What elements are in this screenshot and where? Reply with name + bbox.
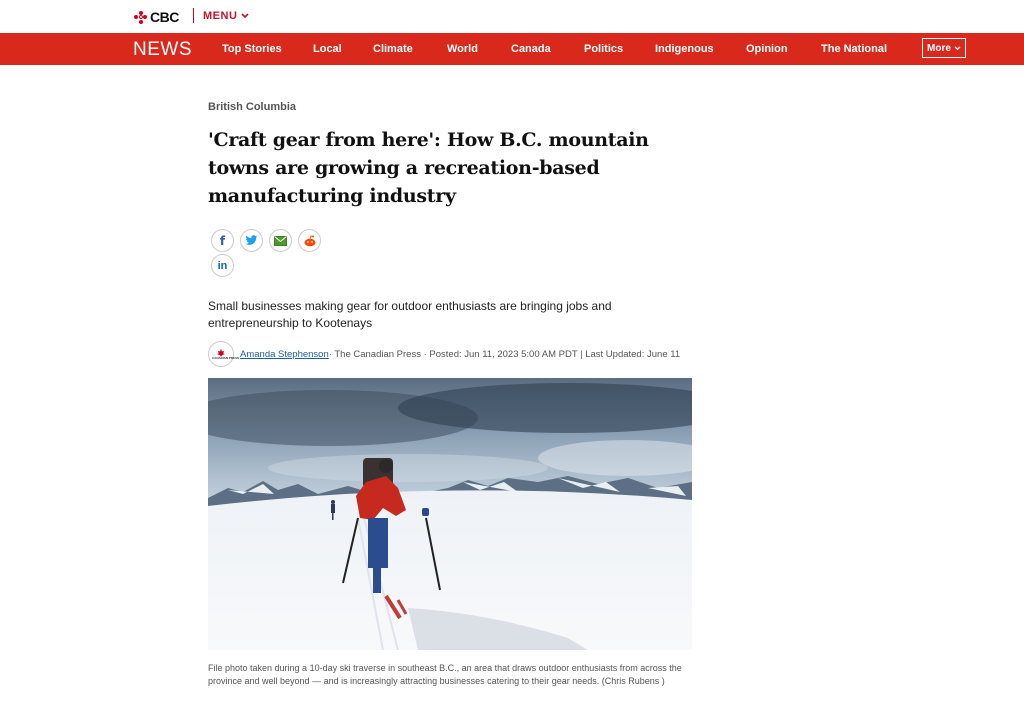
more-label: More — [927, 42, 951, 54]
menu-button[interactable]: MENU — [203, 10, 249, 22]
top-bar: CBC MENU — [0, 0, 1024, 33]
reddit-share-button[interactable] — [298, 229, 321, 252]
nav-item-the-national[interactable]: The National — [821, 43, 887, 55]
chevron-down-icon — [954, 45, 961, 50]
byline: CANADIAN PRESS Amanda Stephenson · The C… — [208, 341, 680, 367]
news-section-label[interactable]: NEWS — [133, 39, 192, 61]
twitter-icon — [245, 235, 258, 245]
nav-item-indigenous[interactable]: Indigenous — [655, 43, 714, 55]
article-deck: Small businesses making gear for outdoor… — [208, 299, 612, 330]
nav-item-politics[interactable]: Politics — [584, 43, 623, 55]
nav-item-opinion[interactable]: Opinion — [746, 43, 788, 55]
email-icon — [274, 235, 287, 246]
article-photo — [208, 378, 692, 650]
linkedin-icon: in — [217, 259, 228, 272]
nav-item-local[interactable]: Local — [313, 43, 342, 55]
section-label[interactable]: British Columbia — [208, 101, 296, 113]
facebook-icon: f — [219, 233, 226, 248]
menu-label: MENU — [203, 10, 238, 22]
nav-item-world[interactable]: World — [447, 43, 478, 55]
ski-traverse-photo — [208, 378, 692, 650]
header-divider — [193, 8, 194, 23]
nav-item-climate[interactable]: Climate — [373, 43, 413, 55]
linkedin-share-button[interactable]: in — [211, 254, 234, 277]
nav-item-canada[interactable]: Canada — [511, 43, 551, 55]
more-button[interactable]: More — [922, 38, 966, 58]
chevron-down-icon — [241, 13, 249, 19]
photo-caption: File photo taken during a 10-day ski tra… — [208, 663, 682, 686]
reddit-icon — [304, 235, 315, 246]
news-nav-bar: NEWS Top Stories Local Climate World Can… — [0, 33, 1024, 65]
nav-item-top-stories[interactable]: Top Stories — [222, 43, 282, 55]
canadian-press-avatar: CANADIAN PRESS — [208, 341, 240, 367]
cbc-logo[interactable]: CBC — [134, 9, 179, 25]
avatar-text: CANADIAN PRESS — [212, 355, 240, 360]
twitter-share-button[interactable] — [240, 229, 263, 252]
headline: 'Craft gear from here': How B.C. mountai… — [208, 129, 649, 207]
facebook-share-button[interactable]: f — [211, 229, 234, 252]
cbc-logo-text: CBC — [150, 9, 179, 25]
email-share-button[interactable] — [269, 229, 292, 252]
byline-meta: · The Canadian Press · Posted: Jun 11, 2… — [328, 348, 681, 360]
cbc-gem-icon — [134, 10, 147, 24]
author-link[interactable]: Amanda Stephenson — [240, 349, 329, 360]
